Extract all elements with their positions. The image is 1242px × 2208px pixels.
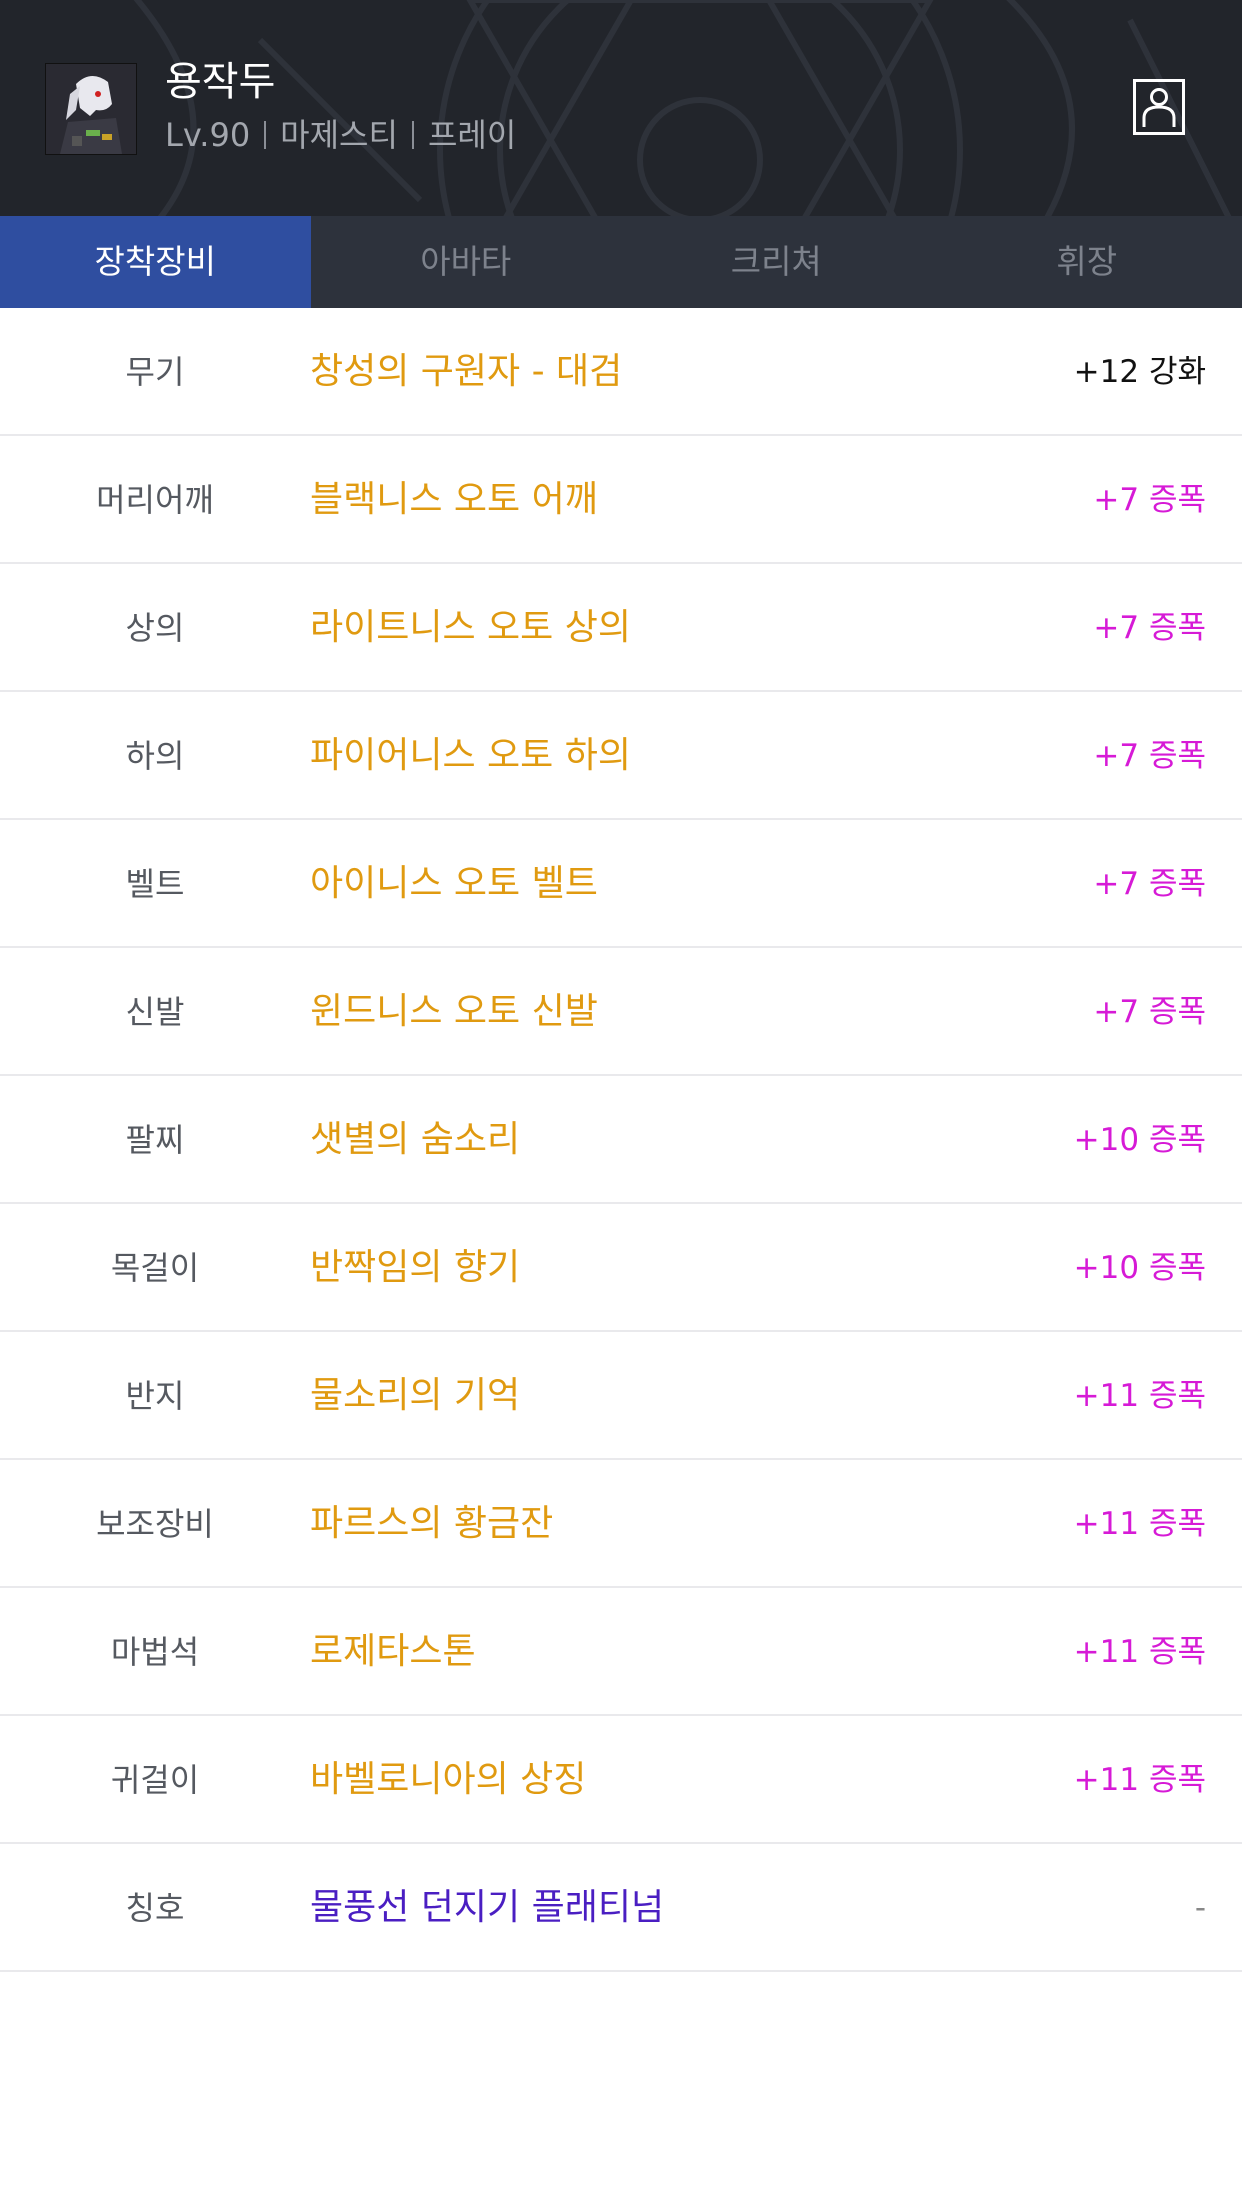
equipment-row[interactable]: 상의 라이트니스 오토 상의 +7 증폭 (0, 564, 1242, 692)
slot-label: 하의 (125, 737, 185, 775)
enhance-level: +7 증폭 (1093, 994, 1206, 1030)
tab-avatar[interactable]: 아바타 (311, 216, 622, 308)
divider (411, 121, 414, 149)
item-name: 반짝임의 향기 (310, 1247, 521, 1288)
enhance-level: +11 증폭 (1073, 1506, 1206, 1542)
profile-button[interactable] (1133, 79, 1185, 135)
enhance-level: +11 증폭 (1073, 1762, 1206, 1798)
slot-label: 팔찌 (125, 1121, 185, 1159)
slot-label: 머리어깨 (96, 481, 214, 519)
item-name: 라이트니스 오토 상의 (310, 607, 631, 648)
divider (264, 121, 267, 149)
slot-label: 무기 (125, 353, 185, 391)
enhance-level: +11 증폭 (1073, 1378, 1206, 1414)
slot-label: 반지 (125, 1377, 185, 1415)
avatar[interactable] (45, 63, 137, 155)
slot-label: 상의 (125, 609, 185, 647)
enhance-level: - (1194, 1890, 1206, 1926)
slot-label: 목걸이 (110, 1249, 200, 1287)
item-name: 윈드니스 오토 신발 (310, 991, 598, 1032)
item-name: 아이니스 오토 벨트 (310, 863, 598, 904)
slot-label: 신발 (125, 993, 185, 1031)
enhance-level: +12 강화 (1073, 354, 1206, 390)
enhance-level: +11 증폭 (1073, 1634, 1206, 1670)
tab-emblem[interactable]: 휘장 (932, 216, 1242, 308)
enhance-level: +10 증폭 (1073, 1250, 1206, 1286)
character-server: 프레이 (427, 116, 517, 154)
emblem-background (0, 0, 1242, 216)
character-level: Lv.90 (165, 116, 251, 154)
slot-label: 벨트 (125, 865, 185, 903)
slot-label: 칭호 (125, 1889, 185, 1927)
slot-label: 보조장비 (96, 1505, 214, 1543)
equipment-list: 무기 창성의 구원자 - 대검 +12 강화 머리어깨 블랙니스 오토 어깨 +… (0, 308, 1242, 1972)
item-name: 로제타스톤 (310, 1631, 476, 1672)
equipment-row[interactable]: 보조장비 파르스의 황금잔 +11 증폭 (0, 1460, 1242, 1588)
equipment-row[interactable]: 신발 윈드니스 오토 신발 +7 증폭 (0, 948, 1242, 1076)
item-name: 바벨로니아의 상징 (310, 1759, 587, 1800)
enhance-level: +10 증폭 (1073, 1122, 1206, 1158)
slot-label: 귀걸이 (110, 1761, 200, 1799)
equipment-row[interactable]: 머리어깨 블랙니스 오토 어깨 +7 증폭 (0, 436, 1242, 564)
tab-creature[interactable]: 크리쳐 (621, 216, 932, 308)
user-profile-icon (1142, 88, 1176, 127)
character-header: 용작두 Lv.90 마제스티 프레이 (0, 0, 1242, 216)
tab-bar: 장착장비 아바타 크리쳐 휘장 (0, 216, 1242, 308)
equipment-row[interactable]: 칭호 물풍선 던지기 플래티넘 - (0, 1844, 1242, 1972)
item-name: 파이어니스 오토 하의 (310, 735, 631, 776)
tab-equipment[interactable]: 장착장비 (0, 216, 311, 308)
equipment-row[interactable]: 무기 창성의 구원자 - 대검 +12 강화 (0, 308, 1242, 436)
enhance-level: +7 증폭 (1093, 738, 1206, 774)
item-name: 파르스의 황금잔 (310, 1503, 554, 1544)
slot-label: 마법석 (110, 1633, 200, 1671)
character-name: 용작두 (165, 59, 276, 105)
character-job: 마제스티 (280, 116, 398, 154)
equipment-row[interactable]: 벨트 아이니스 오토 벨트 +7 증폭 (0, 820, 1242, 948)
equipment-row[interactable]: 마법석 로제타스톤 +11 증폭 (0, 1588, 1242, 1716)
item-name: 창성의 구원자 - 대검 (310, 351, 623, 392)
item-name: 물소리의 기억 (310, 1375, 521, 1416)
item-name: 블랙니스 오토 어깨 (310, 479, 598, 520)
equipment-row[interactable]: 목걸이 반짝임의 향기 +10 증폭 (0, 1204, 1242, 1332)
enhance-level: +7 증폭 (1093, 866, 1206, 902)
character-info: Lv.90 마제스티 프레이 (165, 115, 516, 155)
equipment-row[interactable]: 반지 물소리의 기억 +11 증폭 (0, 1332, 1242, 1460)
item-name: 샛별의 숨소리 (310, 1119, 521, 1160)
enhance-level: +7 증폭 (1093, 610, 1206, 646)
character-portrait-icon (46, 64, 136, 154)
item-name: 물풍선 던지기 플래티넘 (310, 1887, 665, 1928)
enhance-level: +7 증폭 (1093, 482, 1206, 518)
equipment-row[interactable]: 하의 파이어니스 오토 하의 +7 증폭 (0, 692, 1242, 820)
equipment-row[interactable]: 귀걸이 바벨로니아의 상징 +11 증폭 (0, 1716, 1242, 1844)
equipment-row[interactable]: 팔찌 샛별의 숨소리 +10 증폭 (0, 1076, 1242, 1204)
